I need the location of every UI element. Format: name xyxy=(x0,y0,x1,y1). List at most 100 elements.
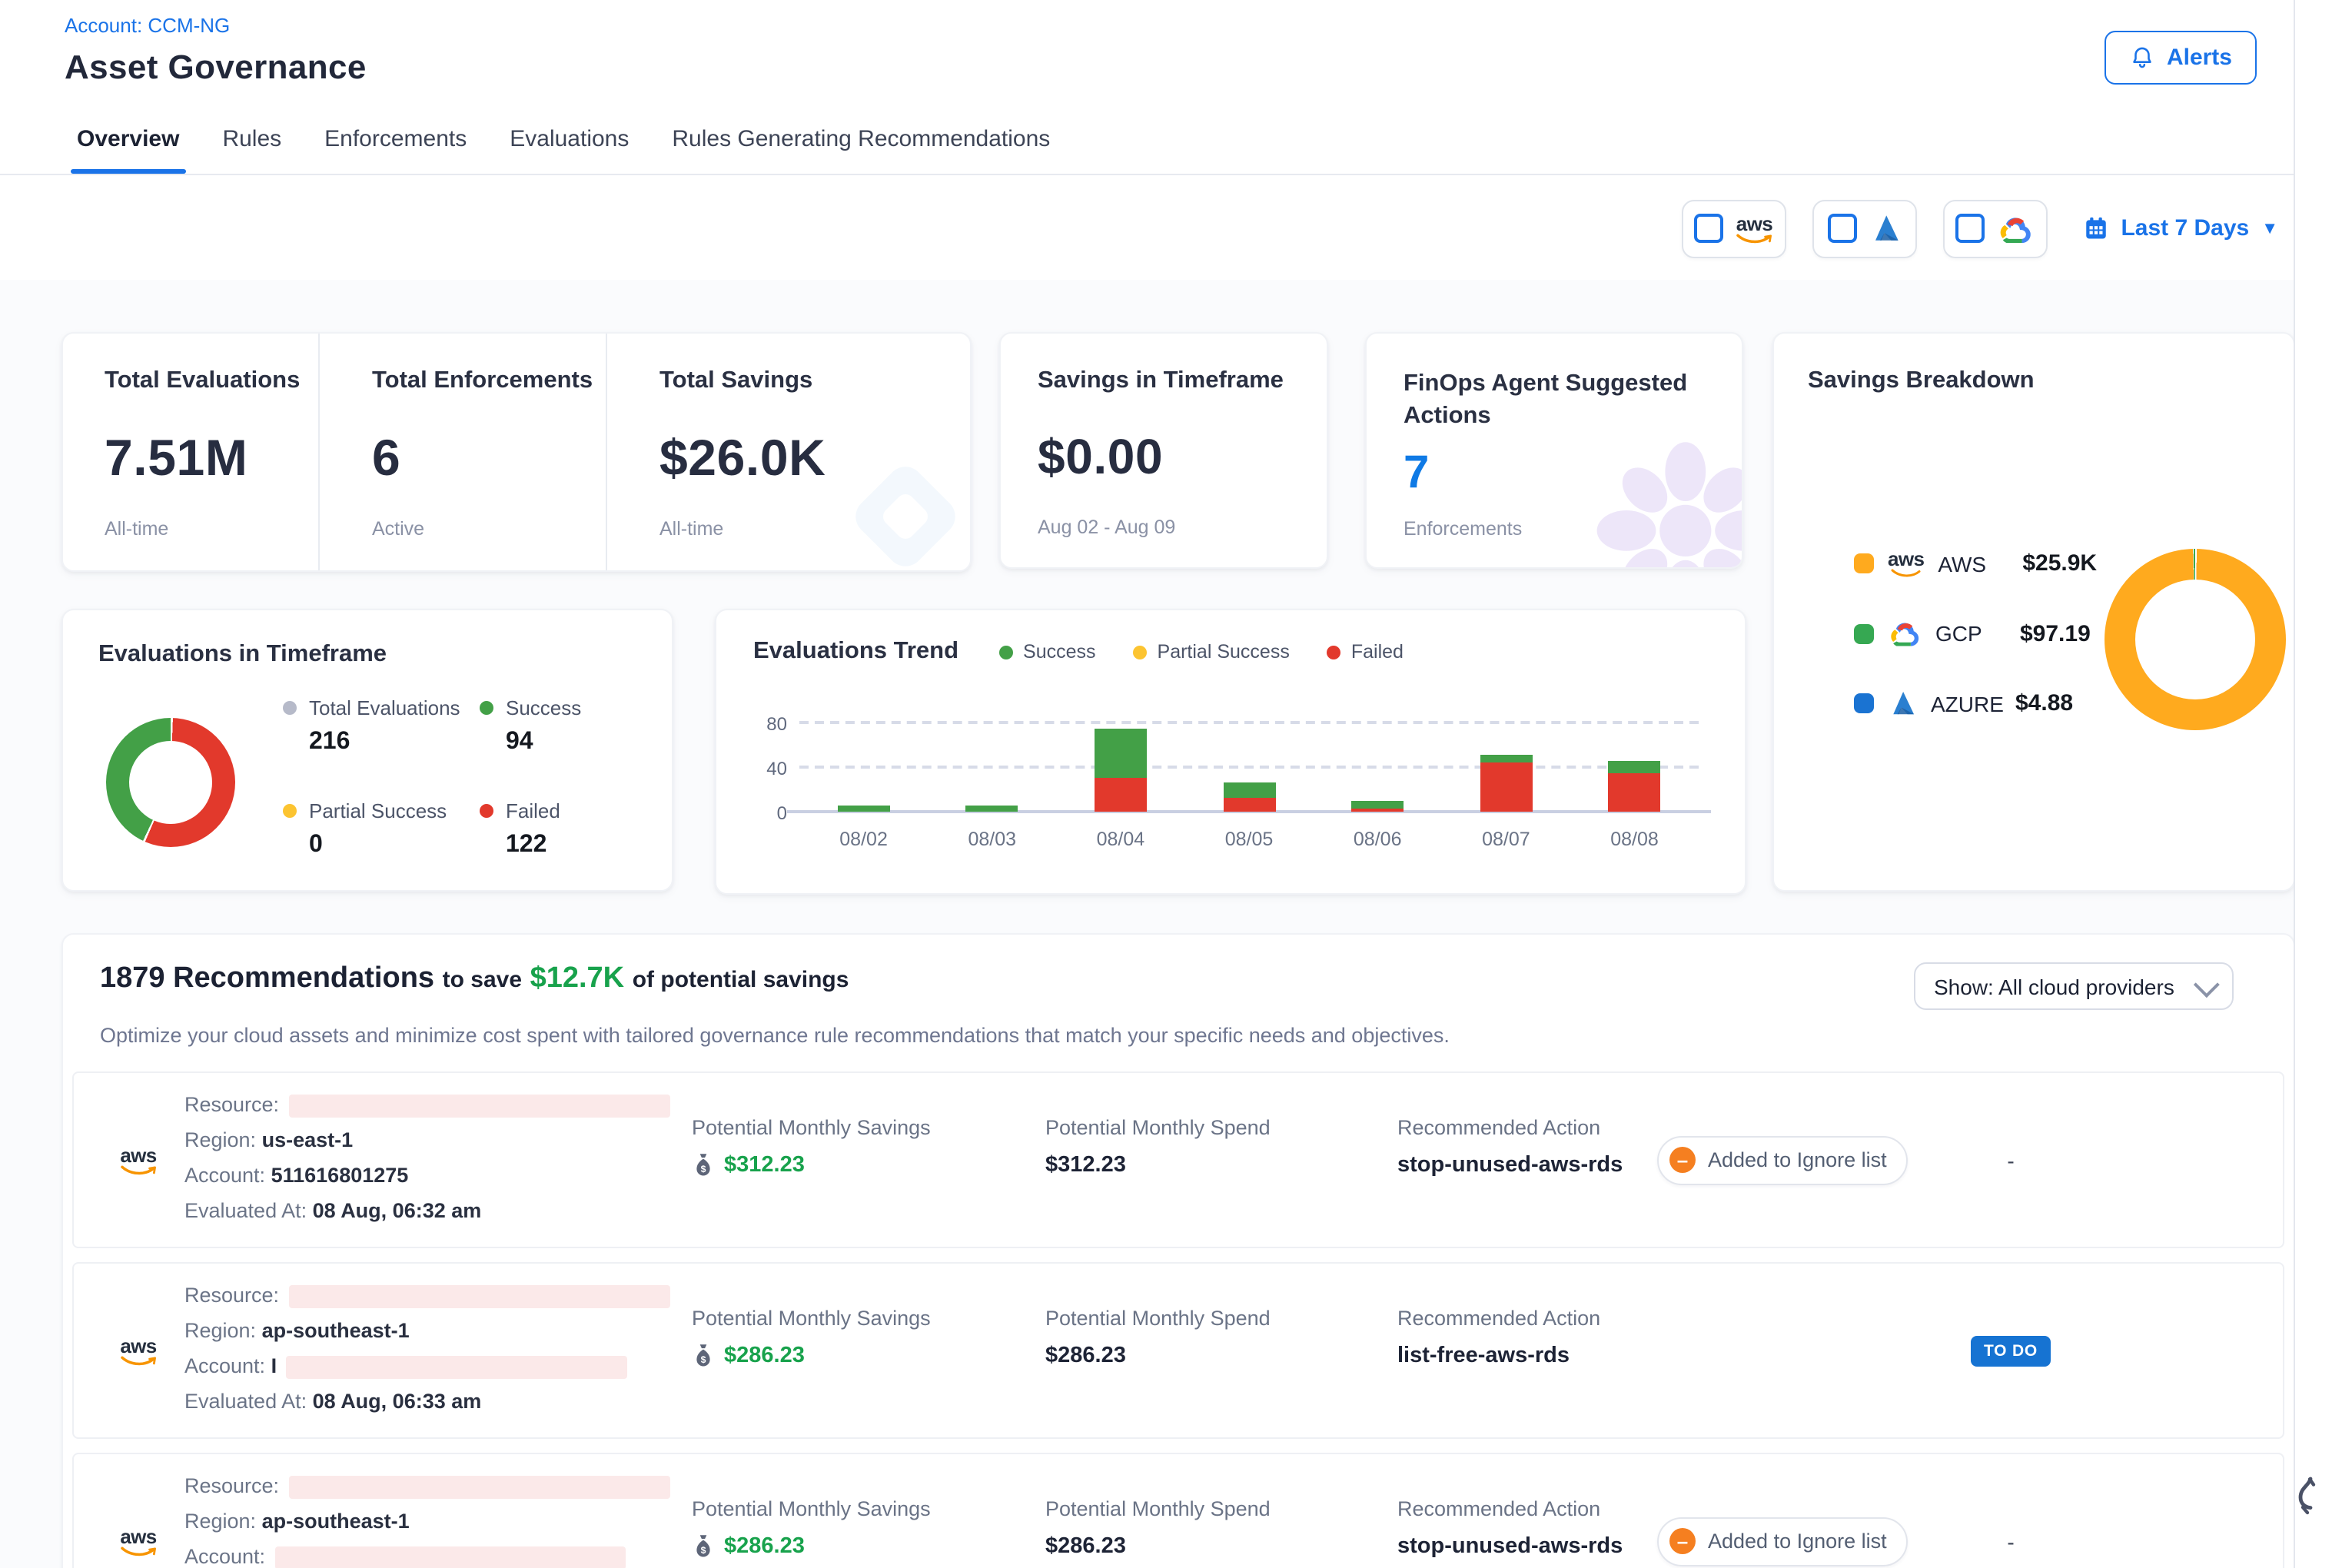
potential-monthly-savings: Potential Monthly Savings $$286.23 xyxy=(692,1454,1045,1568)
provider-filter-aws[interactable]: aws xyxy=(1681,199,1786,257)
added-to-ignore-list-pill[interactable]: – Added to Ignore list xyxy=(1657,1135,1909,1184)
recommendation-row[interactable]: aws Resource: Region: ap-southeast-1 Acc… xyxy=(72,1262,2284,1439)
svg-text:$: $ xyxy=(701,1354,706,1365)
status-column xyxy=(1657,1264,1965,1437)
legend-item-azure: AZURE $4.88 xyxy=(1854,689,2097,718)
trend-legend: Success Partial Success Failed xyxy=(998,641,1404,663)
x-axis-label: 08/05 xyxy=(1184,829,1313,850)
aws-color-swatch xyxy=(1854,553,1874,573)
date-range-picker[interactable]: Last 7 Days ▼ xyxy=(2082,215,2278,241)
azure-checkbox[interactable] xyxy=(1827,214,1856,243)
total-dot-icon xyxy=(283,701,297,715)
recommendation-row[interactable]: aws Resource: Region: us-east-1 Account:… xyxy=(72,1071,2284,1248)
tab-rules-generating-recommendations[interactable]: Rules Generating Recommendations xyxy=(672,103,1050,174)
x-axis-label: 08/03 xyxy=(928,829,1056,850)
trend-bar xyxy=(1442,712,1570,812)
x-axis-label: 08/02 xyxy=(799,829,928,850)
tab-rules[interactable]: Rules xyxy=(222,103,281,174)
page-right-gutter xyxy=(2294,0,2352,1568)
filter-toolbar: aws Last 7 D xyxy=(0,175,2352,281)
asset-governance-page: Account: CCM-NG Asset Governance Alerts … xyxy=(0,0,2352,1568)
card-title: Evaluations in Timeframe xyxy=(98,641,672,669)
redacted-resource xyxy=(288,1476,669,1499)
azure-logo-icon xyxy=(1888,689,1917,718)
cloud-provider-filter-dropdown[interactable]: Show: All cloud providers xyxy=(1914,962,2234,1010)
todo-status-badge[interactable]: TO DO xyxy=(1972,1335,2050,1366)
provider-name: AZURE xyxy=(1931,691,2002,716)
evaluations-trend-card: Evaluations Trend Success Partial Succes… xyxy=(715,609,1746,895)
tab-evaluations[interactable]: Evaluations xyxy=(510,103,629,174)
savings-breakdown-legend: aws AWS $25.9K GCP $97.19 AZURE xyxy=(1854,549,2097,718)
account-breadcrumb[interactable]: Account: CCM-NG xyxy=(65,14,230,37)
gcp-logo-icon xyxy=(1997,213,2034,244)
tab-overview[interactable]: Overview xyxy=(77,103,179,174)
filter-dropdown-label: Show: All cloud providers xyxy=(1934,974,2174,998)
x-axis-label: 08/07 xyxy=(1442,829,1570,850)
chevron-down-icon: ▼ xyxy=(2261,219,2278,238)
resource-details: Resource: Region: us-east-1 Account: 511… xyxy=(184,1073,692,1247)
potential-monthly-savings: Potential Monthly Savings $$286.23 xyxy=(692,1264,1045,1437)
total-enforcements-kpi: Total Enforcements 6 Active xyxy=(320,334,607,570)
kpi-summary-card: Total Evaluations 7.51M All-time Total E… xyxy=(61,332,972,572)
savings-timeframe-range: Aug 02 - Aug 09 xyxy=(1038,517,1327,538)
legend-success: Success xyxy=(998,641,1096,663)
legend-success: Success 94 xyxy=(480,696,581,756)
total-evaluations-kpi: Total Evaluations 7.51M All-time xyxy=(63,334,320,570)
aws-checkbox[interactable] xyxy=(1694,214,1723,243)
x-axis-label: 08/04 xyxy=(1056,829,1184,850)
redacted-account xyxy=(274,1546,625,1568)
calendar-icon xyxy=(2082,215,2108,241)
kpi-value: 7.51M xyxy=(105,429,318,487)
failed-dot-icon xyxy=(480,804,493,818)
x-axis-label: 08/06 xyxy=(1314,829,1442,850)
svg-text:$: $ xyxy=(701,1164,706,1174)
trailing-value: TO DO xyxy=(1965,1264,2057,1437)
aws-logo-icon: aws xyxy=(120,1264,166,1437)
tab-bar: Overview Rules Enforcements Evaluations … xyxy=(0,103,2352,175)
y-axis-tick: 40 xyxy=(747,758,787,779)
potential-monthly-savings: Potential Monthly Savings $$312.23 xyxy=(692,1073,1045,1247)
redacted-resource xyxy=(288,1285,669,1308)
alerts-button[interactable]: Alerts xyxy=(2105,31,2257,85)
legend-total-evaluations: Total Evaluations 216 xyxy=(283,696,480,756)
savings-breakdown-card: Savings Breakdown aws AWS $25.9K GCP $97… xyxy=(1772,332,2295,892)
tab-enforcements[interactable]: Enforcements xyxy=(324,103,467,174)
trailing-value: - xyxy=(1965,1454,2057,1568)
azure-color-swatch xyxy=(1854,693,1874,713)
trend-bar xyxy=(928,712,1056,812)
legend-failed: Failed 122 xyxy=(480,799,581,859)
success-dot-icon xyxy=(480,701,493,715)
azure-logo-icon xyxy=(1869,212,1901,244)
partial-dot-icon xyxy=(1133,645,1147,659)
legend-failed: Failed xyxy=(1327,641,1404,663)
kpi-caption: All-time xyxy=(105,518,318,540)
svg-text:$: $ xyxy=(701,1545,706,1556)
aws-logo-icon: aws xyxy=(1736,213,1772,244)
evaluations-donut-chart xyxy=(106,718,235,847)
trend-x-axis-labels: 08/0208/0308/0408/0508/0608/0708/08 xyxy=(799,829,1699,850)
provider-filter-gcp[interactable] xyxy=(1942,199,2047,257)
trend-bar xyxy=(1314,712,1442,812)
recommendations-heading: 1879 Recommendations to save $12.7K of p… xyxy=(100,962,849,996)
added-to-ignore-list-pill[interactable]: – Added to Ignore list xyxy=(1657,1517,1909,1566)
gcp-logo-icon xyxy=(1888,620,1922,647)
kpi-value: 6 xyxy=(372,429,606,487)
minus-circle-icon: – xyxy=(1669,1528,1696,1554)
resource-details: Resource: Region: ap-southeast-1 Account… xyxy=(184,1264,692,1437)
recommendation-row[interactable]: aws Resource: Region: ap-southeast-1 Acc… xyxy=(72,1453,2284,1568)
recommendations-list: aws Resource: Region: us-east-1 Account:… xyxy=(72,1071,2284,1568)
overview-content: Total Evaluations 7.51M All-time Total E… xyxy=(0,280,2295,1568)
alerts-button-label: Alerts xyxy=(2167,45,2232,71)
chevron-down-icon xyxy=(2194,971,2220,997)
legend-item-gcp: GCP $97.19 xyxy=(1854,620,2097,647)
potential-monthly-spend: Potential Monthly Spend $312.23 xyxy=(1045,1073,1397,1247)
recommended-action: Recommended Action stop-unused-aws-rds xyxy=(1397,1073,1657,1247)
provider-filter-azure[interactable] xyxy=(1812,199,1916,257)
gcp-checkbox[interactable] xyxy=(1955,214,1985,243)
potential-monthly-spend: Potential Monthly Spend $286.23 xyxy=(1045,1454,1397,1568)
redacted-account xyxy=(286,1356,627,1379)
trend-bar xyxy=(1056,712,1184,812)
money-bag-icon: $ xyxy=(692,1153,715,1178)
savings-in-timeframe-card: Savings in Timeframe $0.00 Aug 02 - Aug … xyxy=(999,332,1328,569)
trend-bar-chart: 04080 xyxy=(799,712,1699,813)
